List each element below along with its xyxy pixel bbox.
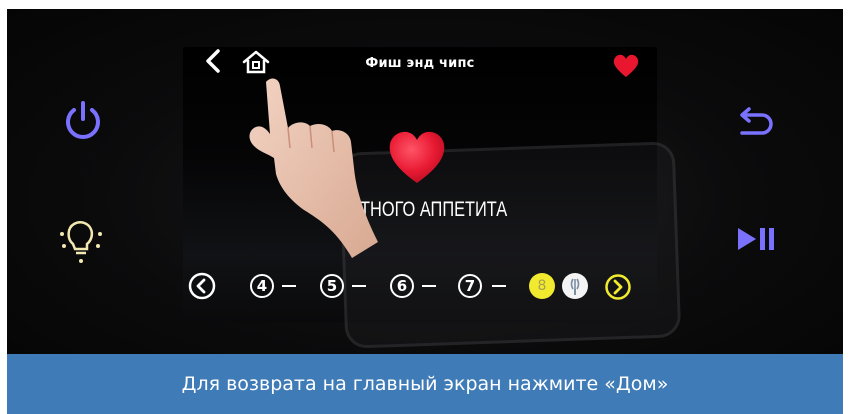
light-bulb-icon <box>60 221 102 263</box>
favorite-button[interactable] <box>612 53 640 79</box>
steps-next-button[interactable] <box>604 273 632 301</box>
back-arrow-icon <box>740 107 773 135</box>
instruction-banner: Для возврата на главный экран нажмите «Д… <box>7 354 843 414</box>
step-8-current[interactable]: 8 <box>529 273 555 299</box>
recipe-title: Фиш энд чипс <box>365 56 475 71</box>
step-connector <box>352 285 366 287</box>
step-7[interactable]: 7 <box>458 274 482 298</box>
power-button[interactable] <box>57 95 109 147</box>
start-pause-button[interactable] <box>729 221 781 257</box>
step-connector <box>422 285 436 287</box>
step-4[interactable]: 4 <box>250 274 274 298</box>
large-heart-graphic <box>386 128 448 186</box>
step-5[interactable]: 5 <box>320 274 344 298</box>
hand-pointer-icon <box>249 78 378 258</box>
whisk-icon <box>570 278 580 295</box>
step-6[interactable]: 6 <box>390 274 414 298</box>
step-connector <box>492 285 506 287</box>
step-connector <box>282 285 296 287</box>
power-icon <box>66 101 100 139</box>
heart-icon <box>389 131 445 183</box>
steps-prev-button[interactable] <box>187 271 217 301</box>
light-button[interactable] <box>51 209 111 269</box>
arrow-left-icon <box>188 272 216 300</box>
step-9-whisk[interactable] <box>562 273 588 299</box>
heart-icon <box>613 54 639 77</box>
play-pause-icon <box>738 228 774 250</box>
back-button[interactable] <box>729 101 781 145</box>
pointing-hand <box>238 70 388 260</box>
arrow-right-icon <box>605 274 631 300</box>
